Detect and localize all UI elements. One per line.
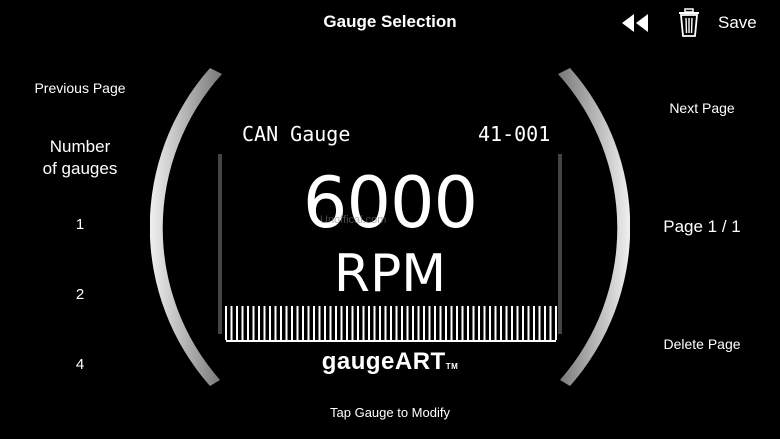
gauge-name: CAN Gauge: [242, 122, 351, 146]
number-label-line1: Number: [49, 137, 111, 156]
delete-page-button[interactable]: Delete Page: [632, 336, 772, 352]
number-of-gauges-label: Number of gauges: [0, 136, 160, 180]
gauge-value: 6000: [302, 162, 478, 244]
gauge-count-option-2[interactable]: 2: [0, 286, 160, 303]
next-page-button[interactable]: Next Page: [632, 100, 772, 116]
gauge-count-option-1[interactable]: 1: [0, 216, 160, 233]
save-button[interactable]: Save: [718, 13, 757, 33]
trash-icon[interactable]: [678, 8, 700, 38]
gauge-bezel-right: [558, 68, 630, 386]
rewind-icon[interactable]: [620, 12, 650, 34]
page-indicator: Page 1 / 1: [663, 217, 741, 236]
page-title: Gauge Selection: [323, 12, 457, 31]
gaugeart-logo: gaugeARTTM: [220, 348, 560, 376]
number-label-line2: of gauges: [42, 159, 118, 178]
rpm-tick-scale: [225, 306, 557, 340]
gauge-bezel-left: [150, 68, 222, 386]
tap-gauge-hint: Tap Gauge to Modify: [330, 405, 450, 420]
gauge-count-option-4[interactable]: 4: [0, 356, 160, 373]
gauge-code: 41-001: [478, 122, 551, 146]
previous-page-button[interactable]: Previous Page: [0, 80, 160, 96]
gauge-unit: RPM: [333, 244, 447, 304]
watermark: Unoffical.com: [320, 214, 387, 226]
logo-tm: TM: [445, 362, 459, 371]
logo-text: gaugeART: [321, 348, 446, 375]
